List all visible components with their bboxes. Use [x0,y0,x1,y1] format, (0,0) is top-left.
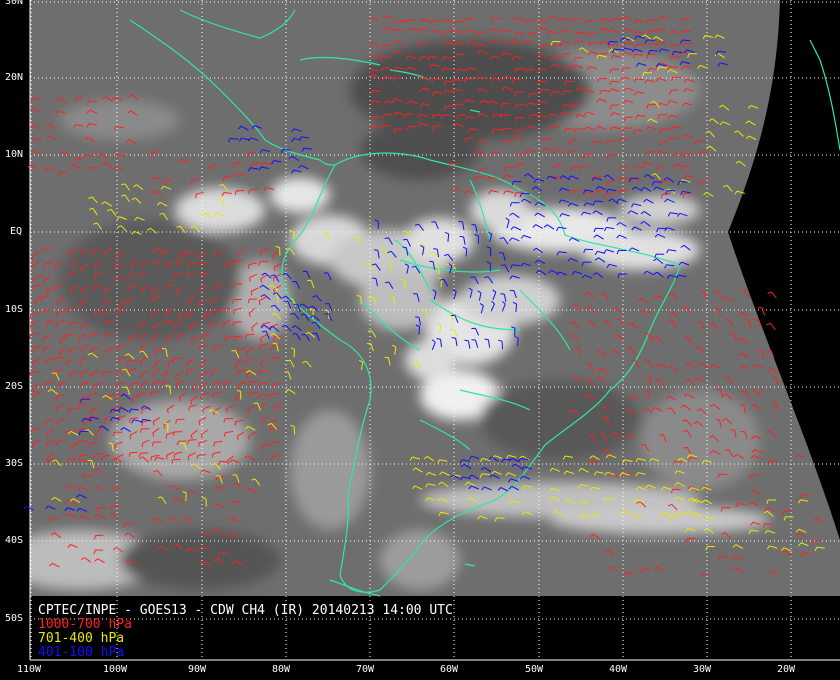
lat-label: 10N [5,149,24,160]
lon-label: 60W [440,664,459,675]
ir-imagery [30,0,840,596]
wind-barb [767,291,777,299]
lat-label: 10S [5,304,24,315]
lat-label: 20S [5,381,24,392]
legend-low-level: 1000-700 hPa [38,617,132,632]
lon-label: 70W [356,664,375,675]
lon-label: 80W [272,664,291,675]
lat-label: 30S [5,458,24,469]
lat-label: 30N [5,0,24,7]
product-title: CPTEC/INPE - GOES13 - CDW CH4 (IR) 20140… [38,603,453,618]
lon-label: 20W [777,664,796,675]
lon-label: 30W [693,664,712,675]
legend-mid-level: 701-400 hPa [38,631,125,646]
coastline-segment [809,39,840,151]
lat-label: EQ [10,226,23,237]
lon-label: 90W [188,664,207,675]
lat-label: 20N [5,72,24,83]
lon-label: 100W [103,664,128,675]
lon-label: 40W [609,664,628,675]
lon-label: 50W [525,664,544,675]
lon-label: 110W [17,664,42,675]
wind-barb [758,307,765,316]
wind-barb [766,322,776,331]
lat-label: 40S [5,535,24,546]
map-canvas [23,0,840,661]
lat-label: 50S [5,613,24,624]
satellite-wind-map: 30N 20N 10N EQ 10S 20S 30S 40S 50S 110W 100W 90W 80… [0,0,840,680]
legend-high-level: 401-100 hPa [38,645,125,660]
